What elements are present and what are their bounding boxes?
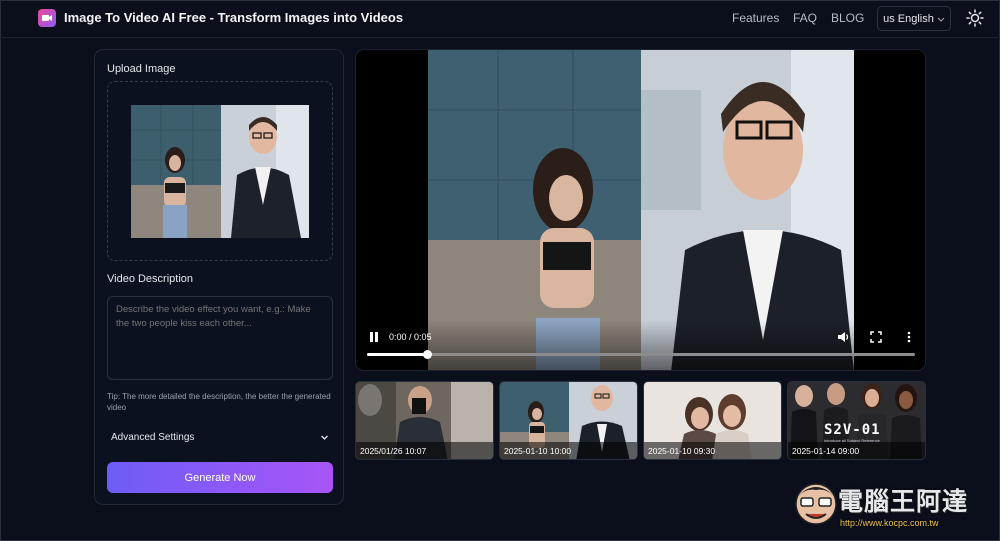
fullscreen-icon[interactable] — [869, 330, 883, 344]
upload-image-label: Upload Image — [107, 63, 176, 75]
generate-now-button[interactable]: Generate Now — [107, 462, 333, 493]
chevron-down-icon — [321, 435, 328, 440]
volume-icon[interactable] — [836, 330, 850, 344]
sun-icon[interactable] — [966, 9, 984, 27]
language-label: us English — [883, 12, 934, 25]
chevron-down-icon — [937, 17, 945, 22]
watermark: 電腦王阿達 http://www.kocpc.com.tw — [794, 476, 994, 536]
description-tip: Tip: The more detailed the description, … — [107, 392, 331, 412]
watermark-url: http://www.kocpc.com.tw — [840, 518, 939, 528]
video-controls: 0:00 / 0:05 — [356, 320, 925, 370]
advanced-settings-label: Advanced Settings — [111, 431, 195, 443]
uploaded-image-man — [221, 105, 309, 238]
watermark-text: 電腦王阿達 — [838, 488, 969, 516]
pause-icon[interactable] — [367, 330, 381, 344]
advanced-settings-toggle[interactable]: Advanced Settings — [107, 426, 333, 448]
more-options-icon[interactable] — [902, 330, 916, 344]
nav-blog[interactable]: BLOG — [831, 11, 864, 25]
history-item[interactable]: 2025-01-10 10:00 — [499, 381, 638, 460]
video-progress-handle[interactable] — [423, 350, 433, 359]
video-time: 0:00 / 0:05 — [389, 332, 432, 342]
upload-dropzone[interactable] — [107, 81, 333, 261]
mascot-face-icon — [795, 483, 837, 525]
video-description-label: Video Description — [107, 273, 194, 285]
history-timestamp: 2025-01-10 09:30 — [644, 442, 781, 459]
generator-panel: Upload Image Video Description Describe … — [94, 49, 344, 505]
history-timestamp: 2025-01-14 09:00 — [788, 442, 925, 459]
video-progress-fill — [367, 353, 428, 356]
s2v-overlay-title: S2V-01 — [824, 422, 881, 438]
nav-faq[interactable]: FAQ — [793, 11, 817, 25]
top-header: Image To Video AI Free - Transform Image… — [0, 0, 1000, 38]
uploaded-image-woman — [131, 105, 221, 238]
video-description-input[interactable] — [107, 296, 333, 380]
site-title[interactable]: Image To Video AI Free - Transform Image… — [64, 10, 403, 25]
video-player[interactable]: 0:00 / 0:05 — [355, 49, 926, 371]
history-item[interactable]: 2025-01-10 09:30 — [643, 381, 782, 460]
history-item[interactable]: S2V-01 Introduce all Subject Reference 2… — [787, 381, 926, 460]
language-select[interactable]: us English — [877, 6, 951, 31]
history-item[interactable]: 2025/01/26 10:07 — [355, 381, 494, 460]
history-timestamp: 2025/01/26 10:07 — [356, 442, 493, 459]
history-timestamp: 2025-01-10 10:00 — [500, 442, 637, 459]
nav-features[interactable]: Features — [732, 11, 779, 25]
video-play-icon[interactable] — [38, 9, 56, 27]
video-progress-bar[interactable] — [367, 350, 915, 359]
